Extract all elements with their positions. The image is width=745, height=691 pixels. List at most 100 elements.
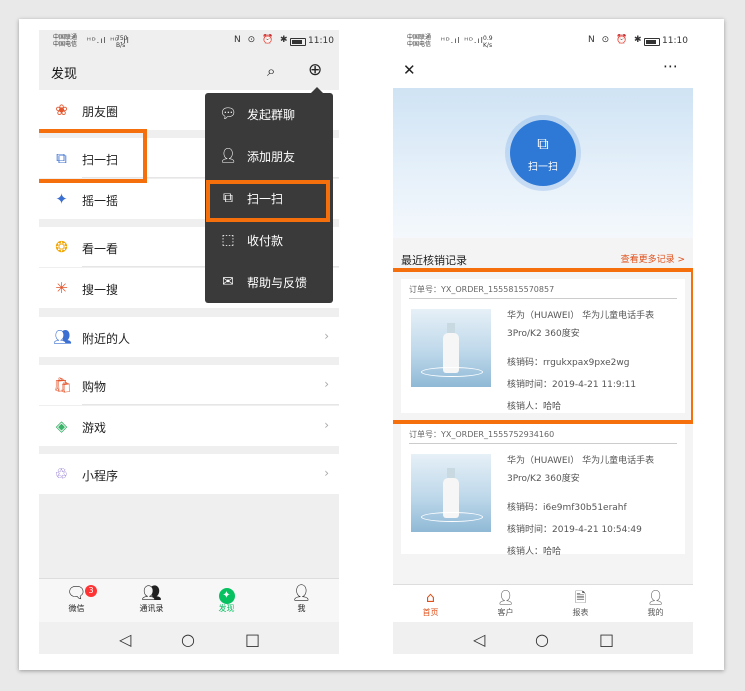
menu-item-label: 小程序 (82, 469, 119, 483)
system-nav-bar: ◁ ○ □ (393, 622, 693, 654)
menu-item-label: 摇一摇 (82, 194, 119, 208)
bottom-tab-bar: 🗨︎ 微信 3 👥︎ 通讯录 ✦ 发现 👤︎ 我 (39, 578, 339, 623)
popup-item-help[interactable]: ✉ 帮助与反馈 (205, 261, 333, 303)
popup-item-add-friend[interactable]: 👤︎ 添加朋友 (205, 135, 333, 177)
tab-label: 微信 (68, 604, 85, 613)
verify-time: 核销时间：2019-4-21 10:54:49 (507, 525, 642, 535)
menu-item-nearby[interactable]: 👥︎ 附近的人 › (39, 317, 339, 357)
net-speed: 0.9 (483, 35, 493, 42)
tab-reports[interactable]: 🗎︎ 报表 (543, 589, 618, 618)
highlight-box-record (393, 268, 693, 424)
popup-item-group-chat[interactable]: 💬︎ 发起群聊 (205, 93, 333, 135)
net-speed-unit: B/s (116, 42, 126, 49)
clock: 11:10 (308, 36, 334, 46)
unread-badge: 3 (85, 585, 97, 597)
report-icon: 🗎︎ (574, 590, 587, 606)
tab-label: 我 (297, 604, 306, 613)
search-icon[interactable]: ⌕ (267, 62, 275, 80)
tab-label: 客户 (497, 608, 514, 617)
status-bar: 中国联通 中国电信 ᴴᴰ.ıl ᴴᴰ.ıl 0.9 K/s N ⊙ ⏰ ✱ 11:1… (393, 30, 693, 52)
tab-label: 报表 (572, 608, 589, 617)
status-bar: 中国联通 中国电信 ᴴᴰ.ıl ᴴᴰ.ıl 750 B/s N ⊙ ⏰ ✱ 11:1… (39, 30, 339, 52)
menu-item-label: 附近的人 (82, 332, 131, 346)
recents-icon[interactable]: □ (245, 630, 260, 649)
game-icon: ◈ (55, 417, 68, 435)
menu-item-game[interactable]: ◈ 游戏 › (39, 406, 339, 446)
popup-item-label: 收付款 (247, 234, 284, 248)
chevron-right-icon: › (324, 377, 329, 391)
product-image (411, 454, 491, 532)
menu-item-shopping[interactable]: 🛍︎ 购物 › (39, 365, 339, 405)
menu-item-label: 购物 (82, 380, 107, 394)
more-options-icon[interactable]: ⋯ (663, 57, 679, 75)
tab-discover[interactable]: ✦ 发现 (189, 583, 264, 614)
carrier-1: 中国联通 (53, 34, 78, 41)
look-icon: ❂ (55, 238, 68, 256)
moments-icon: ❀ (55, 101, 68, 119)
scan-button[interactable]: ⧉ 扫一扫 (510, 120, 576, 186)
tab-label: 我的 (647, 608, 664, 617)
chat-icon: 🗨︎ (66, 583, 87, 602)
product-name: 华为（HUAWEI） 华为儿童电话手表3Pro/K2 360度安 (507, 456, 655, 484)
system-nav-bar: ◁ ○ □ (39, 622, 339, 654)
home-icon[interactable]: ○ (181, 630, 195, 649)
tab-label: 通讯录 (139, 604, 164, 613)
verify-code: 核销码：i6e9mf30b51erahf (507, 503, 627, 513)
page-title: 发现 (51, 67, 78, 82)
tab-customers[interactable]: 👤︎ 客户 (468, 589, 543, 618)
status-icons: N ⊙ ⏰ ✱ (588, 35, 644, 45)
highlight-box-scan-item (39, 129, 147, 183)
mail-icon: ✉ (222, 274, 234, 290)
chevron-right-icon: › (324, 418, 329, 432)
tab-label: 发现 (218, 604, 235, 613)
tab-mine[interactable]: 👤︎ 我的 (618, 589, 693, 618)
carrier-1: 中国联通 (407, 34, 432, 41)
net-speed-unit: K/s (483, 42, 493, 49)
tab-contacts[interactable]: 👥︎ 通讯录 (114, 583, 189, 614)
menu-item-label: 看一看 (82, 242, 119, 256)
chevron-right-icon: › (324, 466, 329, 480)
clock: 11:10 (662, 36, 688, 46)
customer-icon: 👤︎ (496, 590, 515, 606)
add-friend-icon: 👤︎ (219, 148, 237, 164)
wechat-discover-screen: 中国联通 中国电信 ᴴᴰ.ıl ᴴᴰ.ıl 750 B/s N ⊙ ⏰ ✱ 11:1… (39, 30, 339, 654)
record-card[interactable]: 订单号：YX_ORDER_1555752934160 华为（HUAWEI） 华为… (401, 424, 685, 557)
nearby-icon: 👥︎ (53, 328, 73, 346)
tab-me[interactable]: 👤︎ 我 (264, 583, 339, 614)
chevron-right-icon: › (324, 329, 329, 343)
popup-item-payment[interactable]: ⬚ 收付款 (205, 219, 333, 261)
search-star-icon: ✳ (55, 279, 68, 297)
menu-item-label: 游戏 (82, 421, 107, 435)
plus-circle-icon[interactable]: ⊕ (308, 60, 322, 80)
verify-person: 核销人：哈哈 (507, 547, 562, 557)
tab-home[interactable]: ⌂ 首页 (393, 589, 468, 618)
shake-icon: ✦ (55, 190, 68, 208)
back-icon[interactable]: ◁ (119, 630, 131, 649)
popup-item-label: 帮助与反馈 (247, 276, 308, 290)
menu-item-miniprogram[interactable]: ♲ 小程序 › (39, 454, 339, 494)
miniprogram-icon: ♲ (54, 465, 69, 483)
scan-button-label: 扫一扫 (528, 162, 558, 173)
top-header: 发现 ⌕ ⊕ (39, 52, 339, 90)
home-icon[interactable]: ○ (535, 630, 549, 649)
person-icon: 👤︎ (646, 590, 665, 606)
shopping-bag-icon: 🛍︎ (53, 376, 73, 394)
carrier-2: 中国电信 (407, 41, 432, 48)
section-title: 最近核销记录 (401, 254, 467, 267)
back-icon[interactable]: ◁ (473, 630, 485, 649)
close-icon[interactable]: ✕ (403, 61, 416, 79)
order-number: 订单号：YX_ORDER_1555752934160 (409, 430, 555, 439)
menu-item-label: 搜一搜 (82, 283, 119, 297)
highlight-box-popup-scan (206, 180, 330, 222)
bottom-tab-bar: ⌂ 首页 👤︎ 客户 🗎︎ 报表 👤︎ 我的 (393, 584, 693, 623)
scan-icon: ⧉ (537, 134, 549, 153)
view-more-link[interactable]: 查看更多记录 > (621, 252, 685, 265)
battery-icon (290, 38, 306, 46)
battery-icon (644, 38, 660, 46)
contacts-icon: 👥︎ (141, 583, 162, 602)
popup-item-label: 添加朋友 (247, 150, 296, 164)
payment-icon: ⬚ (221, 232, 235, 248)
recents-icon[interactable]: □ (599, 630, 614, 649)
tab-wechat[interactable]: 🗨︎ 微信 3 (39, 583, 114, 614)
verification-screen: 中国联通 中国电信 ᴴᴰ.ıl ᴴᴰ.ıl 0.9 K/s N ⊙ ⏰ ✱ 11:1… (393, 30, 693, 654)
